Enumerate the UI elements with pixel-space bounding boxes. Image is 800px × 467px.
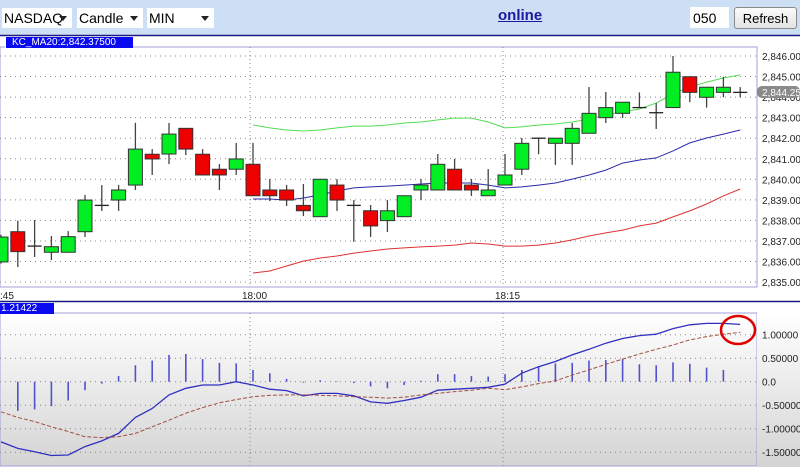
macd-value-label: -0.50000 — [762, 401, 800, 412]
candle-up — [598, 107, 614, 119]
kc-indicator-label: KC_MA20:2,842.37500 — [5, 37, 133, 48]
candle-up — [699, 86, 715, 98]
candle-down — [211, 168, 227, 176]
macd-value-label: 0.50000 — [762, 354, 799, 365]
candle-up — [615, 101, 631, 114]
price-label: 2,842.00 — [762, 134, 800, 145]
candle-down — [279, 189, 295, 201]
candle-down — [363, 210, 379, 227]
candle-down — [245, 163, 261, 197]
candle-up — [127, 148, 143, 186]
candle-up — [581, 112, 597, 134]
price-label: 2,840.00 — [762, 175, 800, 186]
price-label: 2,841.00 — [762, 155, 800, 166]
candle-up — [43, 246, 59, 253]
time-label: 18:00 — [242, 291, 267, 302]
time-label: :45 — [0, 291, 14, 302]
main-plot-area — [0, 46, 758, 288]
macd-plot-area — [0, 312, 758, 467]
candle-up — [111, 189, 127, 201]
candle-up — [497, 174, 513, 186]
time-label: 18:15 — [495, 291, 520, 302]
macd-value-label: -1.50000 — [762, 448, 800, 459]
candle-down — [447, 168, 463, 191]
candle-up — [430, 163, 446, 191]
candle-down — [463, 184, 479, 191]
candle-up — [715, 86, 731, 93]
candle-up — [60, 236, 76, 253]
candle-up — [514, 142, 530, 170]
price-label: 2,835.00 — [762, 278, 800, 289]
price-chart[interactable]: 2,846.002,845.002,844.002,843.002,842.00… — [0, 0, 800, 467]
candle-up — [564, 127, 580, 144]
candle-down — [295, 204, 311, 212]
candle-down — [329, 184, 345, 201]
current-price-label: 2,844.25 — [762, 88, 800, 99]
price-label: 2,838.00 — [762, 216, 800, 227]
price-label: 2,846.00 — [762, 52, 800, 63]
macd-indicator-label: 1.21422 — [0, 303, 54, 314]
candle-up — [413, 184, 429, 191]
candle-up — [379, 210, 395, 222]
price-label: 2,839.00 — [762, 196, 800, 207]
candle-up — [480, 189, 496, 197]
price-label: 2,837.00 — [762, 237, 800, 248]
candle-down — [195, 153, 211, 176]
macd-value-label: 0.0 — [762, 378, 776, 389]
candle-down — [682, 76, 698, 93]
price-label: 2,843.00 — [762, 114, 800, 125]
price-label: 2,836.00 — [762, 258, 800, 269]
macd-value-label: 1.00000 — [762, 331, 799, 342]
candle-up — [547, 137, 563, 144]
price-label: 2,845.00 — [762, 73, 800, 84]
candle-down — [262, 189, 278, 197]
candle-up — [312, 178, 328, 218]
candle-down — [178, 127, 194, 150]
candle-down — [10, 231, 26, 253]
candle-up — [228, 158, 244, 170]
candle-up — [665, 71, 681, 109]
candle-up — [77, 199, 93, 233]
candle-up — [161, 133, 177, 155]
current-price-tag: 2,844.25 — [757, 86, 800, 99]
candle-up — [0, 236, 9, 263]
macd-value-label: -1.00000 — [762, 425, 800, 436]
candle-down — [144, 153, 160, 160]
candle-up — [396, 195, 412, 218]
